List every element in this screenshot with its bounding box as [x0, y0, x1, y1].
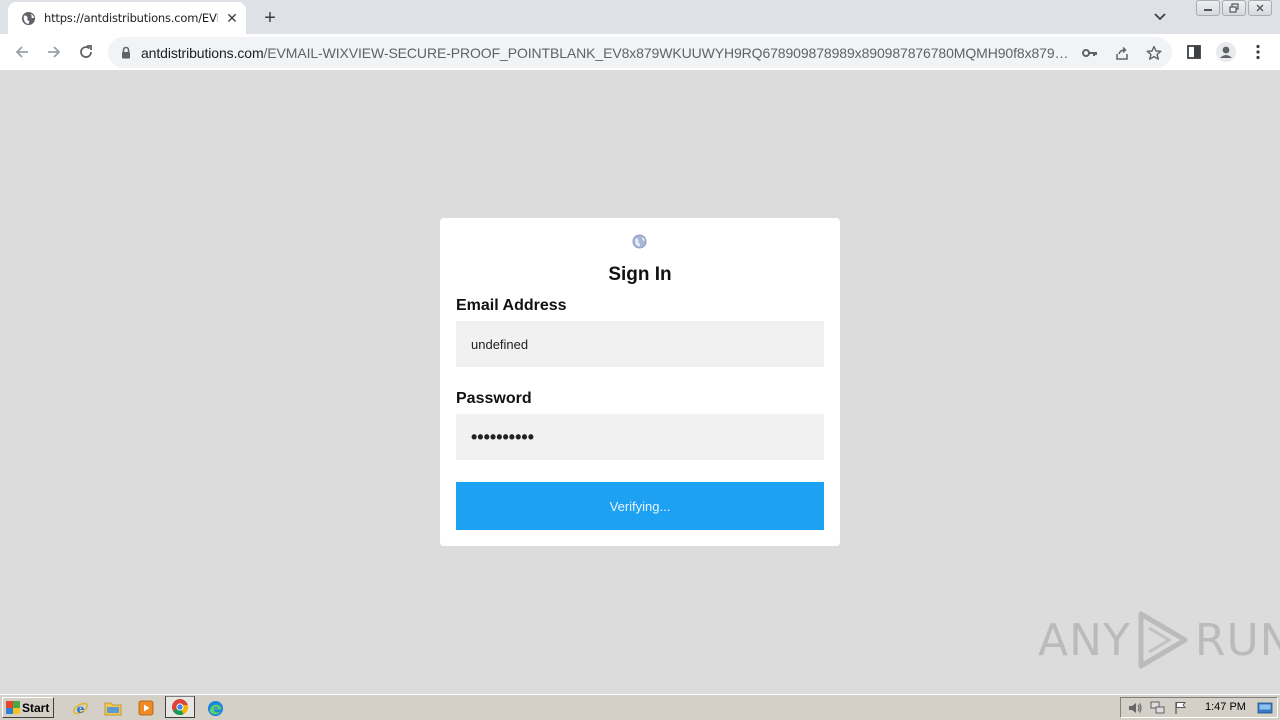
watermark-left-text: ANY — [1038, 614, 1131, 666]
new-tab-button[interactable]: + — [258, 6, 282, 30]
tab-close-icon[interactable]: ✕ — [224, 10, 240, 26]
media-player-icon[interactable] — [136, 698, 156, 718]
globe-logo-icon — [632, 234, 647, 249]
back-icon[interactable] — [10, 40, 34, 64]
email-field[interactable] — [456, 321, 824, 367]
start-button[interactable]: Start — [2, 697, 54, 718]
browser-tab[interactable]: https://antdistributions.com/EVMAIL-WIXV… — [8, 2, 246, 34]
reload-icon[interactable] — [74, 40, 98, 64]
svg-text:e: e — [76, 700, 84, 715]
browser-toolbar: antdistributions.com/EVMAIL-WIXVIEW-SECU… — [0, 34, 1280, 71]
forward-icon[interactable] — [42, 40, 66, 64]
tab-search-chevron-icon[interactable] — [1150, 8, 1170, 26]
taskbar: Start e 1:47 PM — [0, 694, 1280, 720]
url-host: antdistributions.com — [141, 45, 264, 61]
tab-strip: https://antdistributions.com/EVMAIL-WIXV… — [0, 0, 1280, 34]
edge-icon[interactable] — [205, 698, 225, 718]
close-window-button[interactable] — [1248, 0, 1272, 16]
network-icon[interactable] — [1149, 700, 1167, 716]
profile-icon[interactable] — [1214, 40, 1238, 64]
address-bar[interactable]: antdistributions.com/EVMAIL-WIXVIEW-SECU… — [108, 37, 1172, 68]
action-center-flag-icon[interactable] — [1172, 700, 1190, 716]
menu-icon[interactable] — [1246, 40, 1270, 64]
verify-button[interactable]: Verifying... — [456, 482, 824, 530]
explorer-icon[interactable] — [103, 698, 123, 718]
volume-icon[interactable] — [1126, 700, 1144, 716]
page-title: Sign In — [608, 264, 672, 285]
watermark-right-text: RUN — [1194, 614, 1280, 666]
anyrun-watermark: ANY RUN — [1038, 608, 1280, 672]
email-label: Email Address — [456, 297, 567, 314]
password-label: Password — [456, 390, 532, 407]
url-text[interactable]: antdistributions.com/EVMAIL-WIXVIEW-SECU… — [141, 45, 1071, 61]
show-desktop-icon[interactable] — [1256, 700, 1274, 716]
signin-card: Sign In Email Address Password Verifying… — [440, 218, 840, 546]
start-label: Start — [22, 700, 50, 715]
restore-button[interactable] — [1222, 0, 1246, 16]
globe-icon — [20, 10, 36, 26]
minimize-button[interactable] — [1196, 0, 1220, 16]
tab-title: https://antdistributions.com/EVMAIL-WIXV… — [44, 11, 218, 25]
lock-icon[interactable] — [120, 45, 132, 59]
windows-flag-icon — [6, 701, 20, 714]
window-controls — [1196, 0, 1280, 18]
side-panel-icon[interactable] — [1182, 40, 1206, 64]
play-logo-icon — [1138, 611, 1188, 669]
star-icon[interactable] — [1144, 43, 1164, 63]
password-field[interactable] — [456, 414, 824, 460]
chrome-icon[interactable] — [165, 696, 195, 718]
share-icon[interactable] — [1112, 43, 1132, 63]
clock[interactable]: 1:47 PM — [1205, 701, 1246, 713]
ie-icon[interactable]: e — [70, 698, 90, 718]
key-icon[interactable] — [1080, 43, 1100, 63]
system-tray: 1:47 PM — [1120, 697, 1278, 718]
url-path: /EVMAIL-WIXVIEW-SECURE-PROOF_POINTBLANK_… — [263, 45, 1071, 61]
